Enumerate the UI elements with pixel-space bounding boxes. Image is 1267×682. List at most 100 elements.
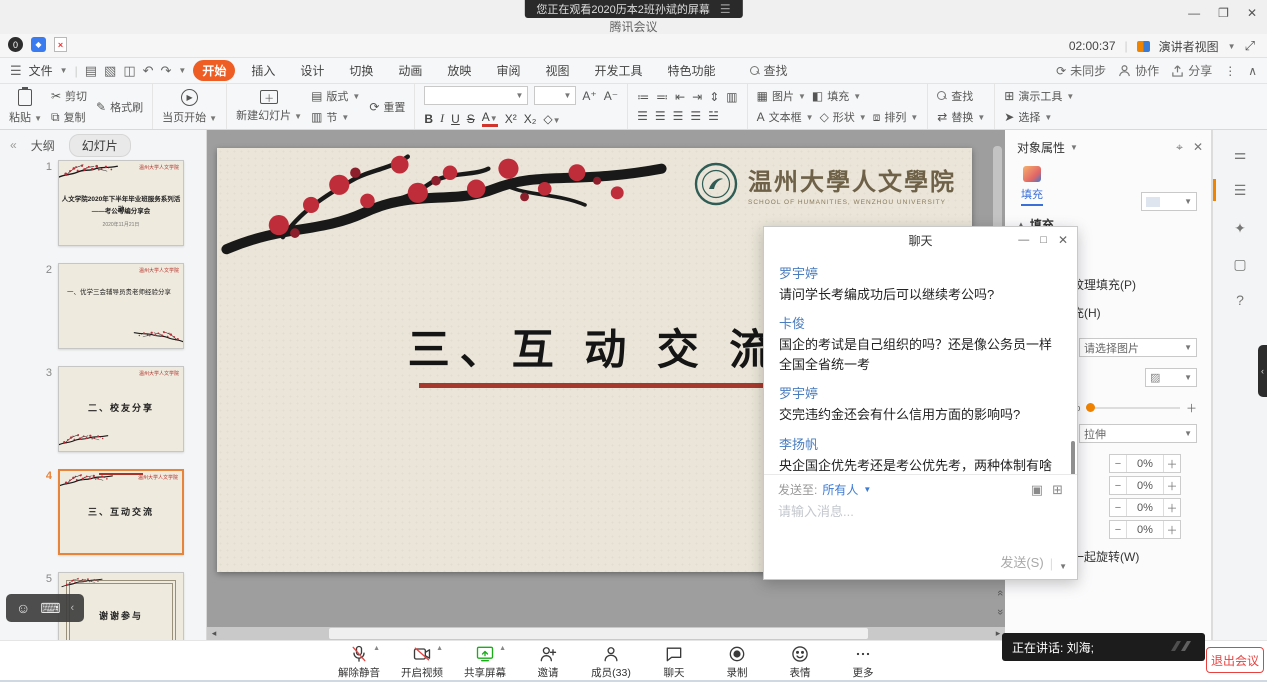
chevron-up-icon[interactable]: ▲ [373, 645, 380, 652]
chevron-down-icon[interactable]: ▼ [178, 66, 186, 75]
redo-icon[interactable]: ↷ [161, 63, 172, 79]
section-button[interactable]: ▥节▼ [311, 109, 360, 125]
copy-button[interactable]: ⧉复制 [51, 109, 87, 125]
indent-icon[interactable]: ⇥ [692, 90, 702, 104]
select-button[interactable]: ➤选择▼ [1004, 109, 1074, 125]
chat-messages[interactable]: 罗宇婷 请问学长考编成功后可以继续考公吗? 卡俊 国企的考试是自己组织的吗？还是… [764, 253, 1077, 474]
hamburger-icon[interactable]: ☰ [10, 63, 22, 79]
slide-thumb-1[interactable]: 1 温州大学人文学院 人文学院2020年下半年毕业班服务系列活动 ——考公考编分… [38, 160, 206, 246]
increase-font-icon[interactable]: A⁺ [582, 89, 596, 103]
align-center-icon[interactable]: ☰ [655, 109, 666, 123]
send-to-select[interactable]: 所有人 [822, 481, 858, 498]
collab-button[interactable]: 协作 [1118, 62, 1159, 79]
close-panel-icon[interactable]: ✕ [1193, 140, 1203, 155]
input-helper-pill[interactable]: ☺ ⌨ ‹ [6, 594, 84, 622]
columns-icon[interactable]: ▥ [726, 90, 737, 104]
layout-pane-icon[interactable]: ▢ [1213, 256, 1267, 273]
image-icon[interactable]: ▣ [1031, 482, 1043, 498]
superscript-button[interactable]: X² [505, 112, 517, 126]
tab-insert[interactable]: 插入 [242, 60, 284, 81]
chevron-down-icon[interactable]: ▼ [863, 485, 871, 494]
properties-icon[interactable]: ☰ [1213, 182, 1267, 199]
format-painter-button[interactable]: ✎格式刷 [96, 99, 143, 115]
replace-button[interactable]: ⇄替换▼ [937, 109, 985, 125]
tab-design[interactable]: 设计 [291, 60, 333, 81]
chevron-down-icon[interactable]: ▼ [1070, 143, 1078, 152]
subscript-button[interactable]: X₂ [524, 112, 537, 126]
emoji-button[interactable]: 表情 [774, 644, 826, 680]
tab-review[interactable]: 审阅 [487, 60, 529, 81]
docs-icon[interactable]: ◆ [31, 37, 46, 52]
justify-icon[interactable]: ☰ [690, 109, 701, 123]
slide-thumb-2[interactable]: 2 温州大学人文学院 一、优学三会辅导员贵老师经验分享 [38, 263, 206, 349]
sidebar-collapse-icon[interactable]: « [10, 138, 17, 152]
offset-top-stepper[interactable]: −0%＋ [1109, 498, 1181, 517]
chat-button[interactable]: 聊天 [648, 644, 700, 680]
collapse-ribbon-icon[interactable]: ∧ [1248, 64, 1257, 78]
scroll-left-icon[interactable]: ◂ [207, 628, 221, 639]
keyboard-icon[interactable]: ⌨ [40, 600, 60, 617]
invite-button[interactable]: 邀请 [522, 644, 574, 680]
more-button[interactable]: 更多 [837, 644, 889, 680]
minimize-icon[interactable]: — [1188, 6, 1200, 20]
pick-picture-combo[interactable]: 请选择图片▼ [1079, 338, 1197, 357]
canvas-horizontal-scrollbar[interactable]: ◂ ▸ [207, 627, 1005, 640]
tune-icon[interactable]: ⚌ [1213, 146, 1267, 163]
hscroll-thumb[interactable] [329, 628, 868, 639]
chat-scrollbar[interactable] [1071, 441, 1075, 474]
picture-button[interactable]: ▦图片▼ [757, 88, 806, 104]
arrange-button[interactable]: ⧈排列▼ [873, 109, 919, 125]
italic-button[interactable]: I [440, 111, 444, 126]
play-current-button[interactable]: ▶ 当页开始 ▼ [162, 89, 217, 125]
textbox-button[interactable]: A文本框▼ [757, 109, 814, 125]
close-icon[interactable]: ✕ [1247, 6, 1257, 20]
font-family-combo[interactable]: ▼ [424, 86, 528, 105]
present-tools-button[interactable]: ⊞演示工具▼ [1004, 88, 1074, 104]
screenshot-icon[interactable]: ⊞ [1052, 482, 1063, 498]
sync-status[interactable]: ⟳ 未同步 [1056, 62, 1106, 79]
chevron-down-icon[interactable]: ▼ [1228, 42, 1236, 51]
numbering-icon[interactable]: ≕ [656, 90, 668, 104]
tab-devtools[interactable]: 开发工具 [585, 60, 651, 81]
texture-combo[interactable]: ▨▼ [1145, 368, 1197, 387]
distribute-icon[interactable]: ☱ [708, 109, 719, 123]
leave-meeting-button[interactable]: 退出会议 [1206, 647, 1264, 673]
layout-button[interactable]: ▤版式▼ [311, 88, 360, 104]
save-icon[interactable]: ▤ [85, 63, 97, 79]
tab-slideshow[interactable]: 放映 [438, 60, 480, 81]
notification-badge-icon[interactable]: 0 [8, 37, 23, 52]
stretch-combo[interactable]: 拉伸▼ [1079, 424, 1197, 443]
fill-button[interactable]: ◧填充▼ [812, 88, 861, 104]
maximize-icon[interactable]: □ [1040, 234, 1047, 246]
menubar-find[interactable]: 查找 [750, 62, 788, 79]
send-button[interactable]: 发送(S) [1000, 552, 1043, 571]
align-right-icon[interactable]: ☰ [673, 109, 684, 123]
restore-icon[interactable]: ❐ [1218, 6, 1229, 20]
view-mode-select[interactable]: 演讲者视图 [1159, 38, 1219, 55]
font-size-combo[interactable]: ▼ [534, 86, 576, 105]
undo-icon[interactable]: ↶ [143, 63, 154, 79]
members-button[interactable]: 成员(33) [585, 644, 637, 680]
paste-button[interactable]: 粘贴 ▼ [9, 89, 42, 125]
chevron-down-icon[interactable]: ▼ [60, 66, 68, 75]
print-icon[interactable]: ▧ [104, 63, 116, 79]
font-color-button[interactable]: A▼ [482, 110, 498, 127]
share-button[interactable]: 分享 [1171, 62, 1212, 79]
outdent-icon[interactable]: ⇤ [675, 90, 685, 104]
banner-menu-icon[interactable]: ☰ [720, 2, 731, 16]
unmute-button[interactable]: ▲ 解除静音 [333, 644, 385, 680]
slide-thumb-4-selected[interactable]: 4 温州大学人文学院 三、互动交流 [38, 469, 206, 555]
effects-icon[interactable]: ✦ [1213, 220, 1267, 237]
stop-doc-icon[interactable]: × [54, 37, 67, 52]
chevron-up-icon[interactable]: ▲ [499, 645, 506, 652]
minimize-icon[interactable]: — [1018, 234, 1029, 246]
tab-view[interactable]: 视图 [536, 60, 578, 81]
help-icon[interactable]: ? [1213, 292, 1267, 308]
file-menu[interactable]: 文件 [29, 62, 53, 79]
share-screen-button[interactable]: ▲ 共享屏幕 [459, 644, 511, 680]
tab-outline[interactable]: 大纲 [31, 137, 55, 154]
fill-color-combo[interactable]: ▼ [1141, 192, 1197, 211]
preview-icon[interactable]: ◫ [123, 63, 135, 79]
more-menu-icon[interactable]: ⋮ [1224, 64, 1236, 78]
slider-plus-icon[interactable]: ＋ [1186, 400, 1197, 416]
